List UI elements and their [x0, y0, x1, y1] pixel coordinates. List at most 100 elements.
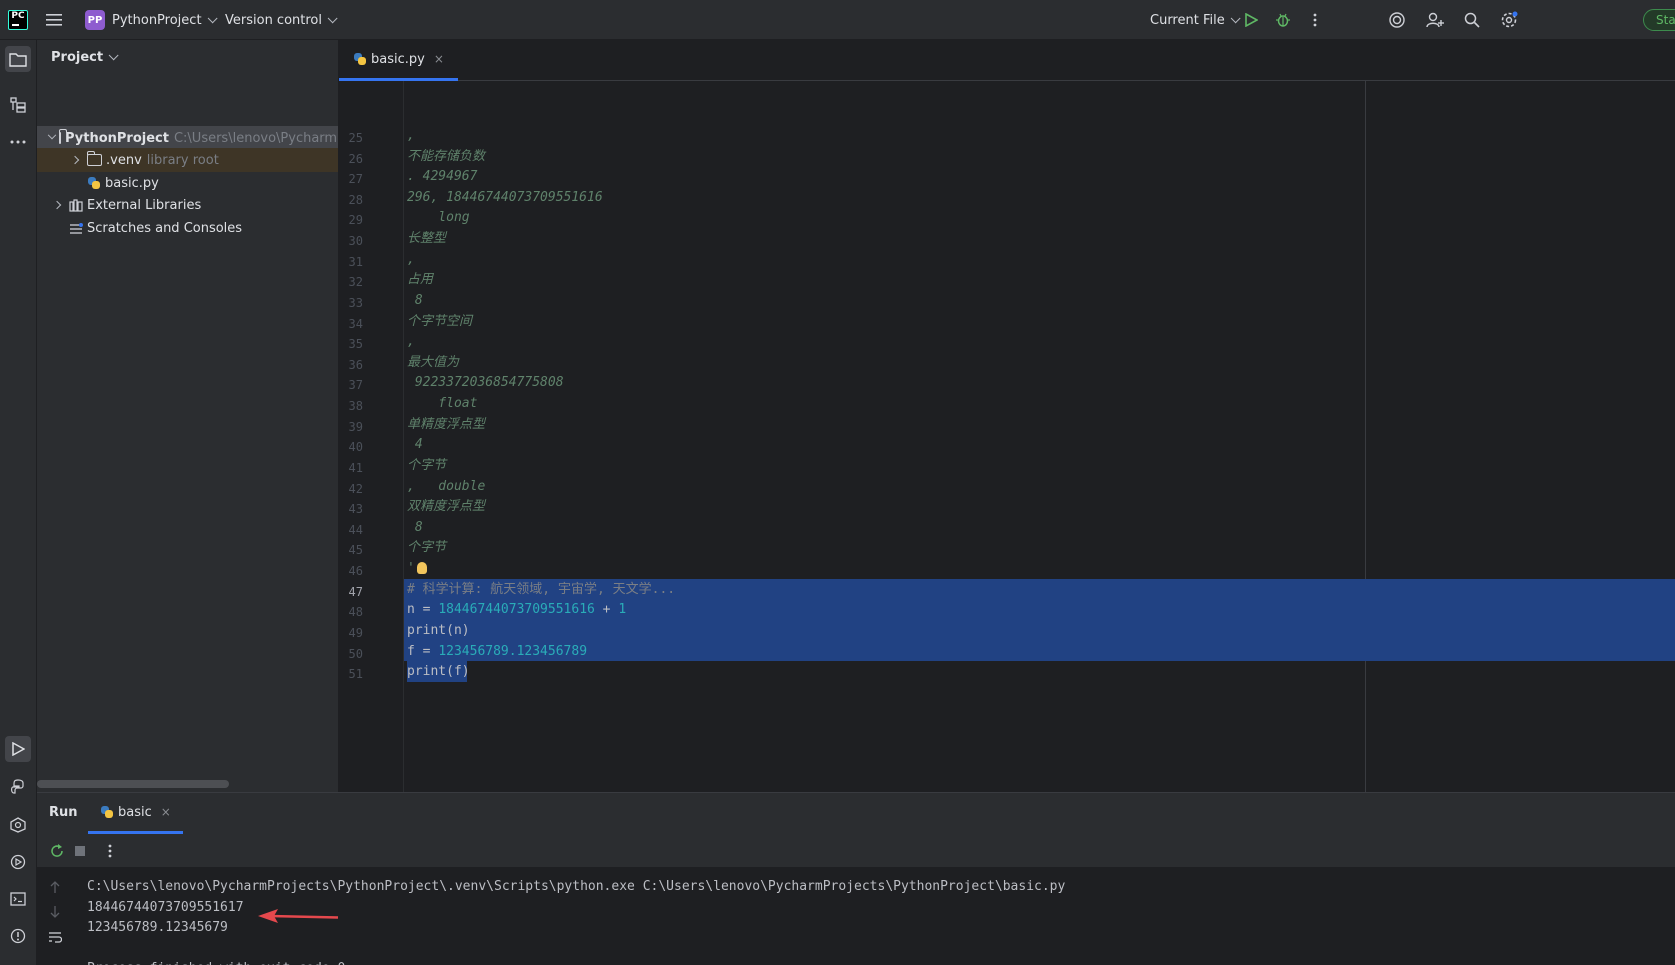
tree-item-basic-py[interactable]: basic.py — [37, 171, 338, 195]
start-button[interactable]: Sta — [1643, 9, 1675, 31]
code-line: ' — [407, 561, 415, 577]
scratches-icon — [69, 222, 83, 235]
version-control-menu[interactable]: Version control — [225, 0, 338, 40]
settings-icon[interactable] — [1497, 8, 1521, 32]
code-line: 长整型 — [407, 231, 447, 247]
chevron-right-icon[interactable] — [49, 197, 65, 213]
line-number-gutter: 25 26 27 28 29 30 31 32 33 34 35 36 37 38 39 40 41 42 43 44… — [339, 81, 404, 792]
code-line: 9223372036854775808 — [407, 375, 564, 391]
code-line: , double — [407, 478, 486, 494]
scroll-up-icon[interactable] — [43, 875, 67, 899]
line-number: 42 — [348, 481, 363, 496]
tree-item-hint: library root — [146, 152, 219, 168]
add-user-icon[interactable] — [1423, 8, 1447, 32]
chevron-down-icon — [327, 12, 338, 23]
folder-icon — [58, 129, 67, 144]
structure-icon[interactable] — [5, 92, 31, 118]
tree-item-external-libraries[interactable]: External Libraries — [37, 193, 338, 217]
line-number: 34 — [348, 316, 363, 331]
console-line: 18446744073709551617 — [87, 899, 244, 915]
line-number: 33 — [348, 295, 363, 310]
horizontal-scrollbar[interactable] — [37, 780, 229, 788]
python-file-icon — [100, 805, 114, 819]
code-line: n = 18446744073709551616 + 1 — [407, 599, 626, 621]
console-line: C:\Users\lenovo\PycharmProjects\PythonPr… — [87, 879, 1066, 894]
ai-assistant-icon[interactable] — [1385, 8, 1409, 32]
run-icon[interactable] — [1239, 8, 1263, 32]
tree-item-venv[interactable]: .venv library root — [37, 148, 338, 172]
line-number: 47 — [348, 584, 363, 599]
code-line: 最大值为 — [407, 354, 460, 370]
console-line: Process finished with exit code 0 — [87, 961, 345, 965]
line-number: 39 — [348, 419, 363, 434]
code-line: 双精度浮点型 — [407, 499, 486, 515]
chevron-down-icon[interactable] — [47, 130, 57, 146]
folder-icon[interactable] — [5, 46, 31, 72]
run-tool-icon[interactable] — [5, 736, 31, 762]
more-tools-icon[interactable] — [5, 129, 31, 155]
project-panel-title-label: Project — [51, 50, 104, 65]
code-line: 占用 — [407, 272, 434, 288]
soft-wrap-icon[interactable] — [43, 925, 67, 949]
code-line: 个字节空间 — [407, 313, 473, 329]
problems-icon[interactable] — [5, 923, 31, 949]
code-token: + — [594, 602, 619, 618]
code-line: 个字节 — [407, 540, 447, 556]
chevron-down-icon — [108, 50, 119, 61]
rerun-icon[interactable] — [45, 839, 69, 863]
start-label: Sta — [1656, 13, 1675, 27]
code-line: long — [407, 210, 470, 226]
services-icon[interactable] — [5, 849, 31, 875]
code-line: print(f) — [407, 664, 470, 680]
hamburger-menu-icon[interactable] — [42, 8, 66, 32]
tree-item-scratches[interactable]: Scratches and Consoles — [37, 216, 338, 240]
debug-icon[interactable] — [1271, 8, 1295, 32]
line-number: 51 — [348, 667, 363, 682]
python-file-icon — [353, 52, 367, 66]
right-margin-guide — [1365, 81, 1366, 792]
search-icon[interactable] — [1460, 8, 1484, 32]
code-line: 不能存储负数 — [407, 148, 486, 164]
line-number: 40 — [348, 440, 363, 455]
tab-label: basic.py — [371, 51, 425, 67]
more-icon[interactable] — [1303, 8, 1327, 32]
python-packages-icon[interactable] — [5, 812, 31, 838]
python-console-icon[interactable] — [5, 774, 31, 800]
line-number: 48 — [348, 605, 363, 620]
code-line: , — [407, 251, 415, 267]
code-line: , — [407, 128, 415, 143]
code-line: 8 — [407, 292, 423, 308]
line-number: 26 — [348, 151, 363, 166]
red-arrow-annotation — [258, 909, 339, 923]
code-line: 4 — [407, 437, 423, 453]
code-token: 18446744073709551616 — [438, 602, 595, 618]
library-icon — [69, 198, 83, 212]
code-editor: basic.py × 25 26 27 28 29 30 31 32 33 34 35 36 37 38 3… — [339, 40, 1675, 792]
scroll-down-icon[interactable] — [43, 900, 67, 924]
terminal-icon[interactable] — [5, 886, 31, 912]
chevron-right-icon[interactable] — [67, 152, 83, 168]
close-icon[interactable]: × — [161, 805, 171, 819]
run-toolbar — [37, 834, 1675, 868]
run-config-selector[interactable]: Current File — [1150, 0, 1241, 40]
left-tool-strip — [0, 40, 37, 965]
code-line: float — [407, 396, 478, 412]
code-line: # 科学计算: 航天领域, 宇宙学, 天文学... — [407, 579, 675, 601]
close-icon[interactable]: × — [434, 52, 444, 66]
line-number: 27 — [348, 172, 363, 187]
project-switcher[interactable]: PP PythonProject — [85, 0, 218, 40]
tree-item-project-root[interactable]: PythonProject C:\Users\lenovo\PycharmP — [37, 126, 338, 150]
lightbulb-icon[interactable] — [417, 562, 427, 575]
project-name: PythonProject — [112, 12, 202, 28]
run-panel: Run basic × C:\Users\lenovo\PycharmProje… — [37, 792, 1675, 965]
project-panel-title[interactable]: Project — [51, 50, 119, 65]
tab-basic-py[interactable]: basic.py × — [339, 40, 458, 81]
tree-item-label: External Libraries — [87, 197, 202, 213]
code-line: 296, 18446744073709551616 — [407, 189, 603, 205]
tree-item-label: Scratches and Consoles — [87, 220, 243, 236]
stop-icon[interactable] — [68, 839, 92, 863]
tab-run-basic[interactable]: basic × — [88, 793, 183, 834]
more-icon[interactable] — [98, 839, 122, 863]
code-line: , — [407, 334, 415, 350]
line-number: 45 — [348, 543, 363, 558]
